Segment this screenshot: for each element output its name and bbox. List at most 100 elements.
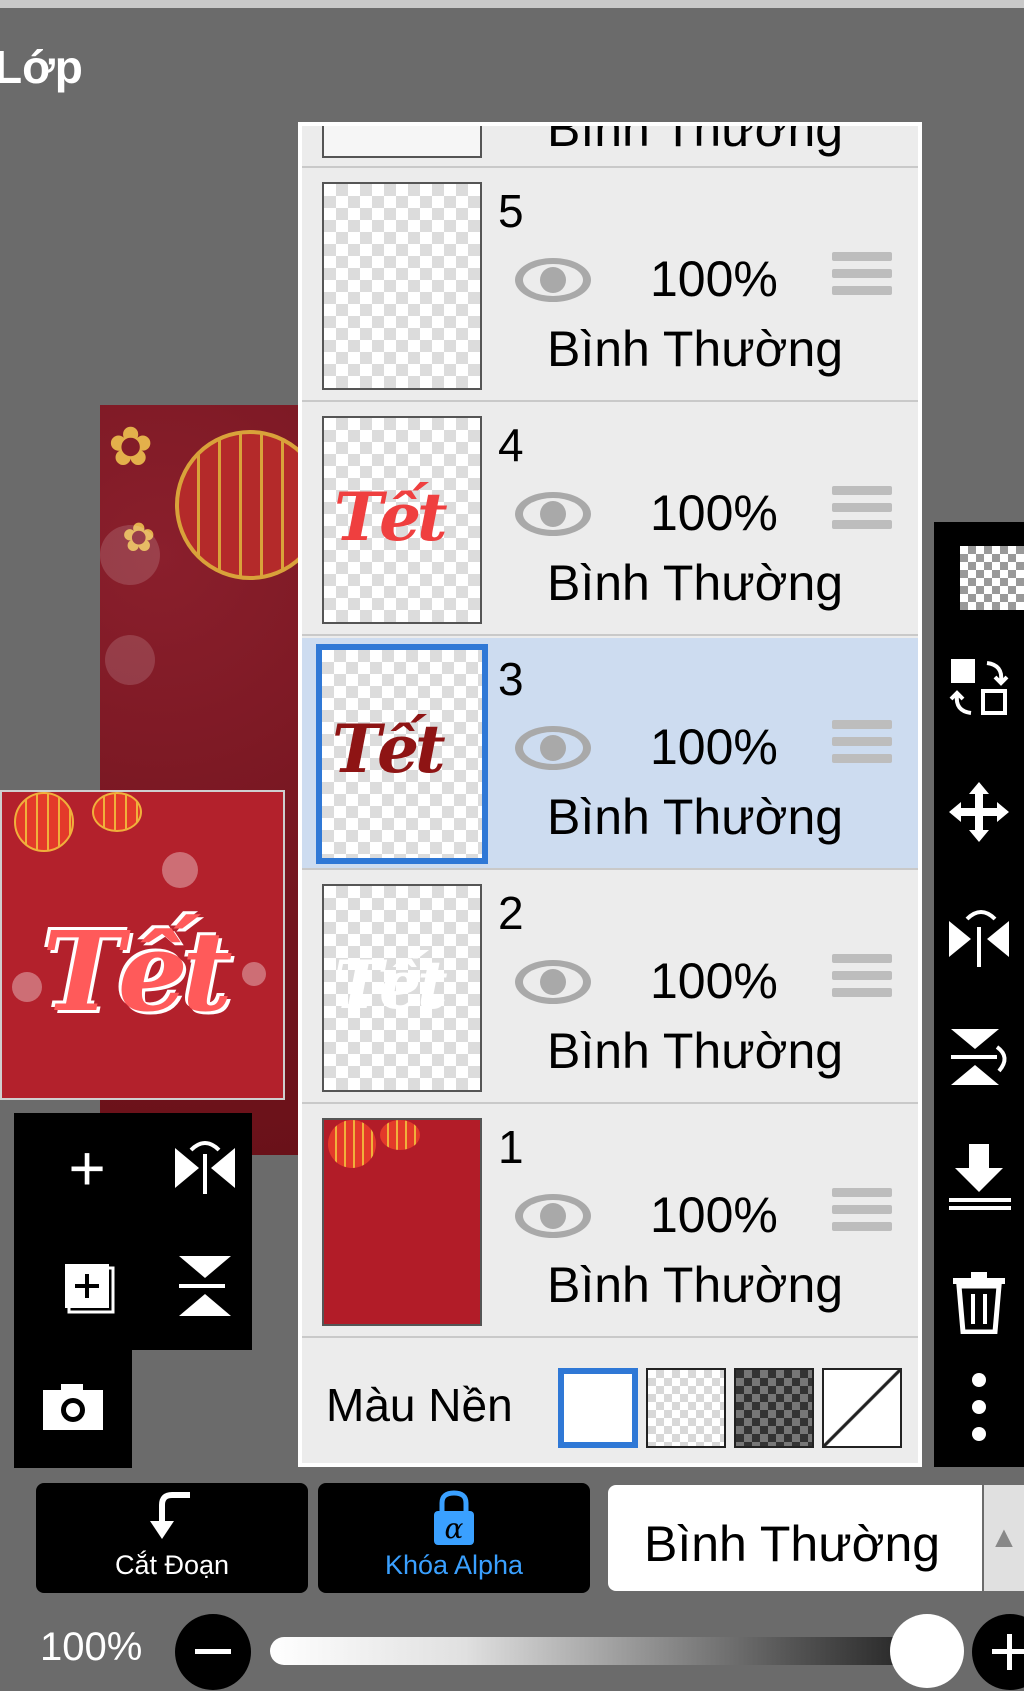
layer-blend-mode: Bình Thường xyxy=(547,1257,844,1313)
lantern-icon xyxy=(328,1120,376,1168)
alpha-lock-label: Khóa Alpha xyxy=(384,1550,524,1580)
visibility-eye-icon[interactable] xyxy=(512,488,594,540)
layer-thumbnail: Tết xyxy=(322,884,482,1092)
layer-opacity: 100% xyxy=(650,1187,778,1243)
opacity-slider-track[interactable] xyxy=(270,1637,920,1665)
layer-opacity-value: 100% xyxy=(40,1625,143,1669)
bokeh-bubble xyxy=(162,852,198,888)
opacity-decrease-button[interactable] xyxy=(175,1614,251,1690)
merge-down-button[interactable] xyxy=(934,1132,1024,1222)
layer-opacity: 100% xyxy=(650,953,778,1009)
opacity-slider-thumb[interactable] xyxy=(890,1614,964,1688)
layer-row-1[interactable]: 1 100% Bình Thường xyxy=(302,1106,918,1338)
svg-text:α: α xyxy=(445,1512,464,1545)
visibility-eye-icon[interactable] xyxy=(512,722,594,774)
layer-blend-mode: Bình Thường xyxy=(547,1023,844,1079)
visibility-eye-icon[interactable] xyxy=(512,254,594,306)
swap-layers-icon xyxy=(949,659,1009,715)
background-color-row: Màu Nền xyxy=(302,1348,918,1463)
minus-icon xyxy=(195,1649,231,1654)
top-status-strip xyxy=(0,0,1024,8)
left-toolbar-camera xyxy=(14,1345,132,1468)
transparency-checker-button[interactable] xyxy=(960,546,1024,610)
flip-horizontal-icon xyxy=(175,1141,235,1194)
drag-handle-icon[interactable] xyxy=(832,954,892,1006)
tet-thumbnail-text: Tết xyxy=(334,478,448,556)
drag-handle-icon[interactable] xyxy=(832,486,892,538)
more-vertical-icon xyxy=(972,1373,986,1441)
lantern-icon xyxy=(92,792,142,832)
flip-vertical-icon xyxy=(179,1256,231,1316)
visibility-eye-icon[interactable] xyxy=(512,956,594,1008)
bg-swatch-white[interactable] xyxy=(558,1368,638,1448)
layer-thumbnail: Tết xyxy=(322,416,482,624)
layer-row-3[interactable]: Tết 3 100% Bình Thường xyxy=(302,638,918,870)
layer-thumbnail xyxy=(322,126,482,158)
camera-button[interactable] xyxy=(28,1361,118,1451)
opacity-increase-button[interactable] xyxy=(972,1614,1024,1690)
layer-row-2[interactable]: Tết 2 100% Bình Thường xyxy=(302,872,918,1104)
bokeh-bubble xyxy=(100,525,160,585)
flip-vertical-button[interactable] xyxy=(934,1012,1024,1102)
layer-opacity: 100% xyxy=(650,719,778,775)
layer-blend-mode: Bình Thường xyxy=(547,555,844,611)
layer-number: 1 xyxy=(498,1121,524,1173)
layer-swap-button[interactable] xyxy=(934,642,1024,732)
duplicate-layer-icon xyxy=(65,1264,115,1314)
clipping-button[interactable]: Cắt Đoạn xyxy=(36,1483,308,1593)
layer-thumbnail xyxy=(322,182,482,390)
bg-swatch-light-checker[interactable] xyxy=(646,1368,726,1448)
flip-horizontal-icon xyxy=(949,910,1009,967)
move-button[interactable] xyxy=(934,767,1024,857)
delete-layer-button[interactable] xyxy=(934,1257,1024,1347)
tet-thumbnail-text: Tết xyxy=(332,710,446,788)
flip-horizontal-button[interactable] xyxy=(934,892,1024,982)
visibility-eye-icon[interactable] xyxy=(512,1190,594,1242)
clipping-label: Cắt Đoạn xyxy=(114,1550,230,1580)
blend-mode-dropdown-arrow-icon[interactable]: ▲ xyxy=(984,1485,1024,1591)
layer-thumbnail: Tết xyxy=(316,644,488,864)
canvas-artwork-preview[interactable]: Tết xyxy=(0,790,285,1100)
bg-swatch-dark-checker[interactable] xyxy=(734,1368,814,1448)
drag-handle-icon[interactable] xyxy=(832,252,892,304)
bokeh-bubble xyxy=(105,635,155,685)
plum-flower-icon: ✿ xyxy=(108,417,154,477)
merge-down-icon xyxy=(949,1144,1011,1210)
left-toolbar: + xyxy=(14,1113,252,1350)
move-icon xyxy=(949,782,1009,842)
bokeh-bubble xyxy=(242,962,266,986)
background-color-label: Màu Nền xyxy=(326,1379,513,1431)
flip-horizontal-button[interactable] xyxy=(160,1123,250,1213)
page-title: Lớp xyxy=(0,41,83,93)
trash-icon xyxy=(953,1272,1005,1334)
alpha-lock-button[interactable]: α Khóa Alpha xyxy=(318,1483,590,1593)
layer-thumbnail xyxy=(322,1118,482,1326)
lantern-icon xyxy=(380,1120,420,1150)
tet-thumbnail-text: Tết xyxy=(334,946,448,1024)
layer-opacity: 100% xyxy=(650,485,778,541)
tet-artwork-text: Tết xyxy=(42,907,233,1036)
bg-swatch-none[interactable] xyxy=(822,1368,902,1448)
layer-number: 3 xyxy=(498,653,524,705)
duplicate-layer-button[interactable] xyxy=(42,1241,132,1331)
blend-mode-select[interactable]: Bình Thường xyxy=(608,1485,982,1591)
layer-row-4[interactable]: Tết 4 100% Bình Thường xyxy=(302,404,918,636)
clip-arrow-icon xyxy=(150,1492,190,1539)
layer-opacity: 100% xyxy=(650,251,778,307)
more-options-button[interactable] xyxy=(934,1362,1024,1452)
layer-number: 2 xyxy=(498,887,524,939)
drag-handle-icon[interactable] xyxy=(832,720,892,772)
layer-row-5[interactable]: 5 100% Bình Thường xyxy=(302,170,918,402)
plus-icon xyxy=(992,1634,1024,1670)
lantern-icon xyxy=(14,792,74,852)
add-layer-button[interactable]: + xyxy=(42,1123,132,1213)
bokeh-bubble xyxy=(12,972,42,1002)
camera-icon xyxy=(43,1384,103,1430)
layer-row-partial[interactable]: Bình Thường xyxy=(302,126,918,168)
layer-blend-mode: Bình Thường xyxy=(547,789,844,845)
layers-panel: Bình Thường 5 100% Bình Thường Tết 4 100… xyxy=(298,122,922,1467)
flip-vertical-button[interactable] xyxy=(160,1241,250,1331)
right-toolbar xyxy=(934,522,1024,1467)
layer-number: 5 xyxy=(498,185,524,237)
drag-handle-icon[interactable] xyxy=(832,1188,892,1240)
